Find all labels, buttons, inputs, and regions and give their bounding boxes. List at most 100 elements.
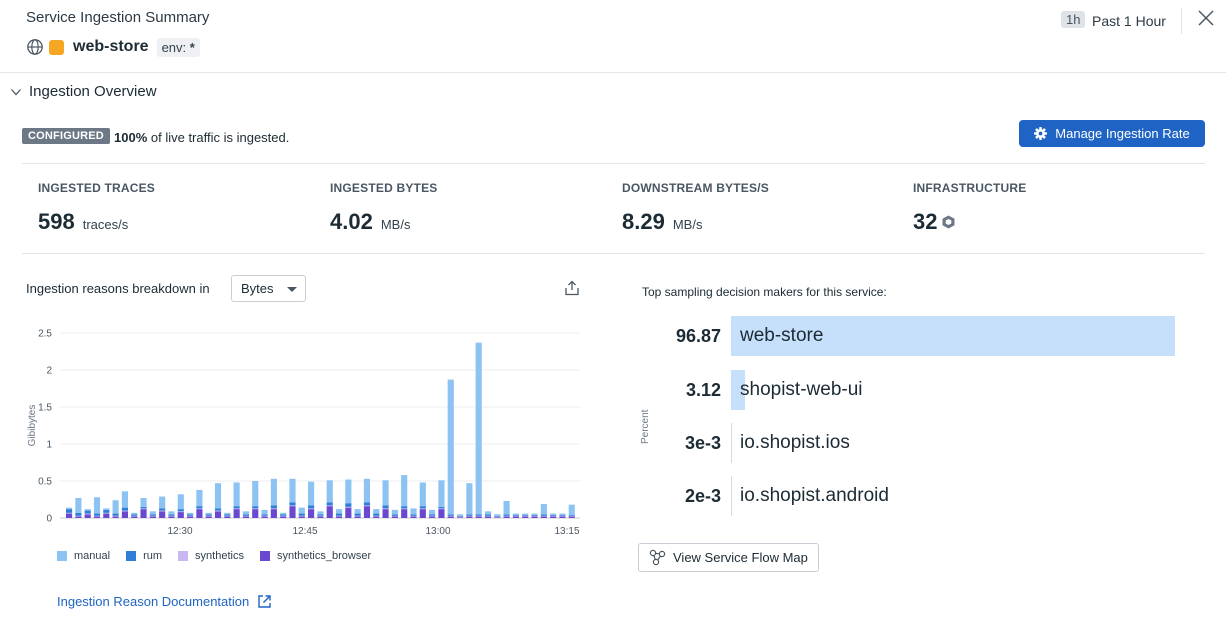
bar-segment-synthetics [503,515,510,517]
bar-segment-synthetics-browser [112,516,119,518]
export-icon[interactable] [564,280,580,296]
bar-segment-rum [177,509,184,512]
bar-segment-manual [401,475,408,507]
bar-segment-synthetics-browser [522,516,529,518]
bar-segment-manual [345,479,352,504]
legend-swatch [259,551,270,561]
bar-segment-synthetics [438,508,445,510]
bar-segment-manual [93,497,101,514]
legend-swatch [126,551,137,561]
manage-ingestion-rate-button[interactable]: Manage Ingestion Rate [1019,120,1205,147]
bar-segment-manual [168,511,175,515]
hexagon-icon[interactable] [942,215,955,229]
bar-segment-rum [484,514,492,516]
legend-item-manual[interactable]: manual [57,550,110,562]
view-service-flow-map-button[interactable]: View Service Flow Map [638,543,819,572]
bar-segment-synthetics-browser [187,516,194,518]
bar-segment-synthetics [550,515,557,517]
bar-segment-synthetics [196,508,203,510]
bar-segment-rum [363,502,371,506]
legend-item-synthetics[interactable]: synthetics [178,550,244,562]
bar-segment-manual [512,513,519,516]
bar-segment-rum [252,506,259,509]
bar-segment-synthetics-browser [354,516,361,518]
bar-segment-rum [354,513,361,516]
ingestion-reason-doc-link[interactable]: Ingestion Reason Documentation [57,594,271,609]
bar-segment-manual [429,509,436,515]
bar-segment-synthetics-browser [121,511,128,518]
gear-icon [1034,127,1048,140]
bar-segment-synthetics [205,515,212,517]
bar-segment-rum [522,515,529,516]
bar-segment-manual [280,512,287,515]
bar-segment-synthetics-browser [429,516,436,518]
bar-segment-synthetics-browser [512,516,519,518]
bar-axis [731,476,732,516]
decision-maker-row[interactable]: 2e-3 io.shopist.android [640,476,1200,516]
bar-segment-manual [308,481,315,506]
bar-segment-rum [84,510,91,514]
legend-item-rum[interactable]: rum [126,550,162,562]
legend-swatch [178,551,189,561]
bar-segment-synthetics [233,508,240,510]
stat-value[interactable]: 32 [913,209,937,235]
bar-axis [731,423,732,463]
bar-segment-rum [121,507,128,511]
bar-segment-rum [401,506,408,509]
service-name[interactable]: web-store [73,38,149,56]
y-tick-label: 1 [46,440,52,451]
time-range-label[interactable]: Past 1 Hour [1092,13,1166,29]
decision-maker-row[interactable]: 3.12 shopist-web-ui [640,370,1200,410]
bar-segment-synthetics [456,516,464,518]
legend-label: synthetics [195,550,244,562]
close-icon[interactable] [1197,9,1215,27]
legend-item-synthetics-browser[interactable]: synthetics_browser [259,550,371,562]
stat-value: 8.29 [622,209,665,234]
decision-maker-row[interactable]: 3e-3 io.shopist.ios [640,423,1200,463]
bar-segment-synthetics-browser [373,516,380,518]
bar-segment-synthetics [289,505,296,507]
bar-segment-manual [224,512,231,515]
bar-segment-synthetics [308,508,315,510]
bar-segment-synthetics-browser [540,516,547,518]
decision-maker-row[interactable]: 96.87 web-store [640,316,1200,356]
bar-segment-manual [66,507,73,510]
time-range-badge[interactable]: 1h [1061,11,1086,28]
bar-segment-manual [550,513,557,516]
bar-segment-synthetics-browser [410,516,417,518]
bar-segment-synthetics-browser [159,511,166,518]
bar-segment-rum [159,508,166,511]
header-divider [1181,8,1182,34]
decision-maker-name: shopist-web-ui [740,379,863,400]
bar-segment-synthetics [447,515,454,517]
bar-segment-synthetics-browser [233,509,240,518]
stat-ingested-bytes: INGESTED BYTES 4.02 MB/s [330,181,437,235]
unit-select[interactable]: Bytes [231,275,306,302]
y-tick-label: 2.5 [38,329,52,340]
bar-segment-manual [475,342,482,515]
bar-segment-synthetics [484,515,492,517]
bar-segment-synthetics [298,515,305,517]
bar-segment-rum [280,514,287,516]
bar-segment-manual [391,509,398,515]
bar-segment-synthetics [540,515,547,517]
divider [22,163,1205,164]
bar-segment-synthetics-browser [84,514,91,518]
bar-segment-synthetics-browser [456,517,464,518]
stat-value: 598 [38,209,75,234]
bar-segment-rum [466,514,473,516]
bar-segment-synthetics [466,515,473,517]
bar-segment-rum [205,514,212,516]
bar-segment-manual [187,512,194,515]
bar-segment-synthetics [317,515,324,517]
bar-segment-rum [475,514,482,516]
ingestion-overview-toggle[interactable]: Ingestion Overview [10,83,157,100]
bar-segment-synthetics [475,515,482,517]
live-text-rest: of live traffic is ingested. [150,130,290,145]
stat-label: INGESTED BYTES [330,181,438,195]
live-percent: 100% [114,130,148,145]
bar-segment-synthetics-browser [419,509,426,518]
env-chip[interactable]: env: * [156,37,200,57]
env-key: env: [161,39,187,55]
bar-segment-synthetics-browser [531,516,538,518]
